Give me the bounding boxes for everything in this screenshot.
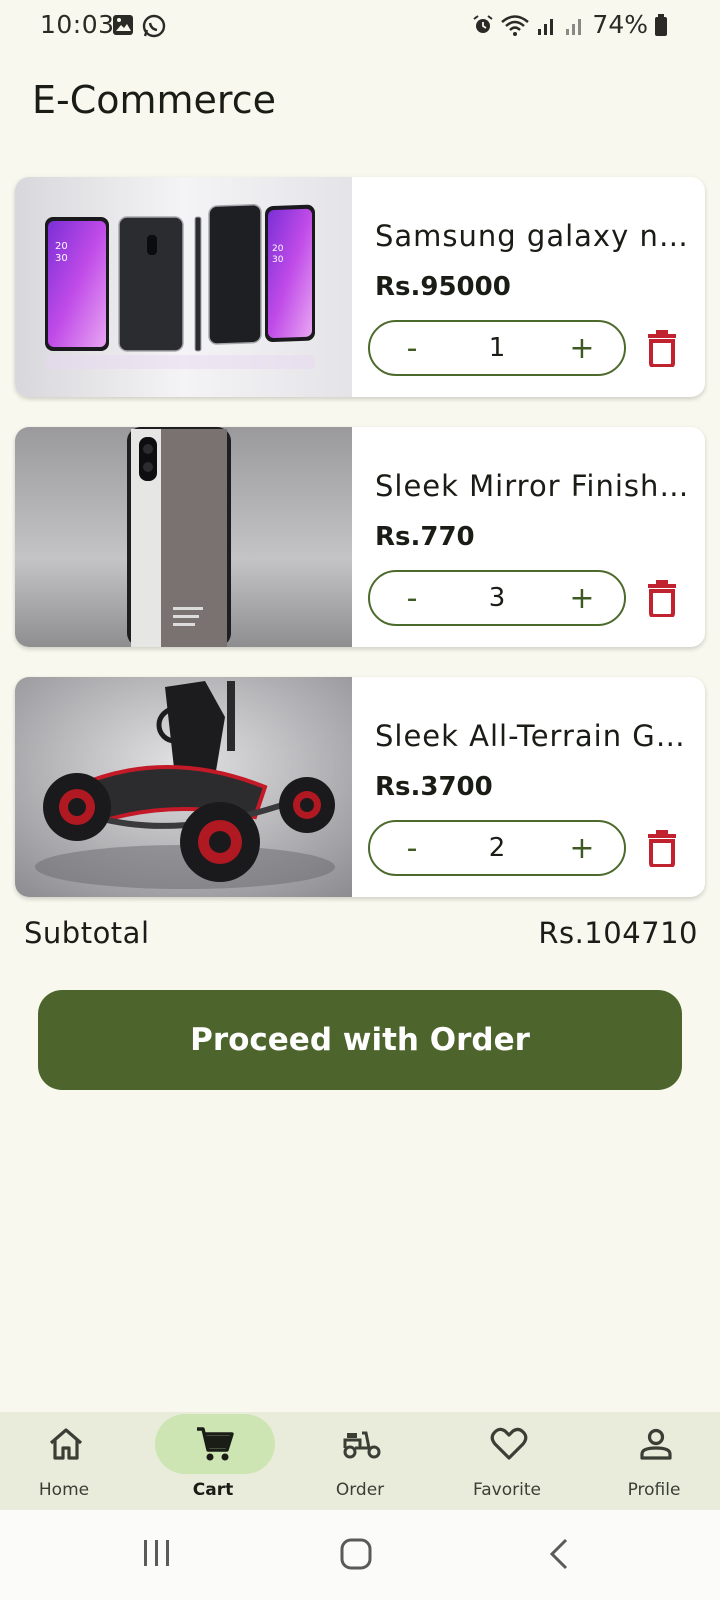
delete-icon[interactable]	[647, 829, 677, 867]
system-navigation-bar	[0, 1510, 720, 1600]
cart-item-card: Sleek All-Terrain Go... Rs.3700 - 2 +	[15, 677, 705, 897]
item-price: Rs.3700	[375, 772, 493, 802]
status-bar: 10:03 74%	[0, 0, 720, 52]
svg-text:30: 30	[55, 253, 68, 264]
heart-icon	[490, 1427, 528, 1460]
battery-icon	[655, 13, 667, 36]
scooter-icon	[343, 1431, 381, 1459]
item-name: Sleek All-Terrain Go...	[375, 719, 695, 753]
svg-text:30: 30	[272, 255, 284, 265]
home-icon	[49, 1428, 83, 1460]
item-price: Rs.95000	[375, 272, 511, 302]
quantity-stepper: - 3 +	[368, 570, 626, 626]
nav-item-profile[interactable]: Profile	[584, 1412, 720, 1510]
bottom-navigation: Home Cart Order Favorite Profile	[0, 1412, 720, 1510]
item-name: Sleek Mirror Finish ...	[375, 469, 695, 503]
cart-item-card: 20 30 20 30 Samsung galaxy not... Rs.950…	[15, 177, 705, 397]
recent-apps-icon[interactable]	[140, 1538, 174, 1568]
svg-text:20: 20	[55, 241, 68, 252]
quantity-stepper: - 1 +	[368, 320, 626, 376]
page-title: E-Commerce	[32, 78, 276, 122]
signal-icon-secondary	[566, 18, 582, 35]
status-time: 10:03	[40, 10, 115, 39]
phone-product-image: 20 30 20 30	[15, 177, 352, 397]
nav-label: Favorite	[473, 1480, 541, 1500]
delete-icon[interactable]	[647, 329, 677, 367]
nav-item-order[interactable]: Order	[290, 1412, 430, 1510]
cart-item-card: Sleek Mirror Finish ... Rs.770 - 3 +	[15, 427, 705, 647]
nav-item-home[interactable]: Home	[0, 1412, 134, 1510]
subtotal-value: Rs.104710	[538, 916, 698, 950]
back-icon[interactable]	[548, 1538, 572, 1570]
gallery-icon	[113, 15, 133, 35]
increase-quantity-button[interactable]: +	[552, 572, 612, 624]
nav-label: Home	[38, 1480, 90, 1500]
whatsapp-icon	[142, 14, 166, 38]
subtotal-label: Subtotal	[24, 916, 150, 950]
signal-icon	[538, 18, 554, 35]
wifi-icon	[501, 14, 530, 36]
nav-label: Order	[335, 1480, 385, 1500]
battery-percentage: 74%	[592, 10, 648, 39]
delete-icon[interactable]	[647, 579, 677, 617]
proceed-with-order-button[interactable]: Proceed with Order	[38, 990, 682, 1090]
person-icon	[640, 1428, 672, 1460]
increase-quantity-button[interactable]: +	[552, 322, 612, 374]
go-kart-product-image	[15, 677, 352, 897]
nav-label: Cart	[192, 1480, 234, 1500]
item-price: Rs.770	[375, 522, 475, 552]
nav-item-cart[interactable]: Cart	[143, 1412, 283, 1510]
quantity-stepper: - 2 +	[368, 820, 626, 876]
phone-case-product-image	[15, 427, 352, 647]
cart-icon	[197, 1427, 234, 1461]
home-button-icon[interactable]	[340, 1538, 372, 1570]
increase-quantity-button[interactable]: +	[552, 822, 612, 874]
nav-item-favorite[interactable]: Favorite	[437, 1412, 577, 1510]
item-name: Samsung galaxy not...	[375, 219, 695, 253]
svg-text:20: 20	[272, 244, 284, 254]
nav-label: Profile	[627, 1480, 681, 1500]
alarm-icon	[473, 14, 494, 33]
